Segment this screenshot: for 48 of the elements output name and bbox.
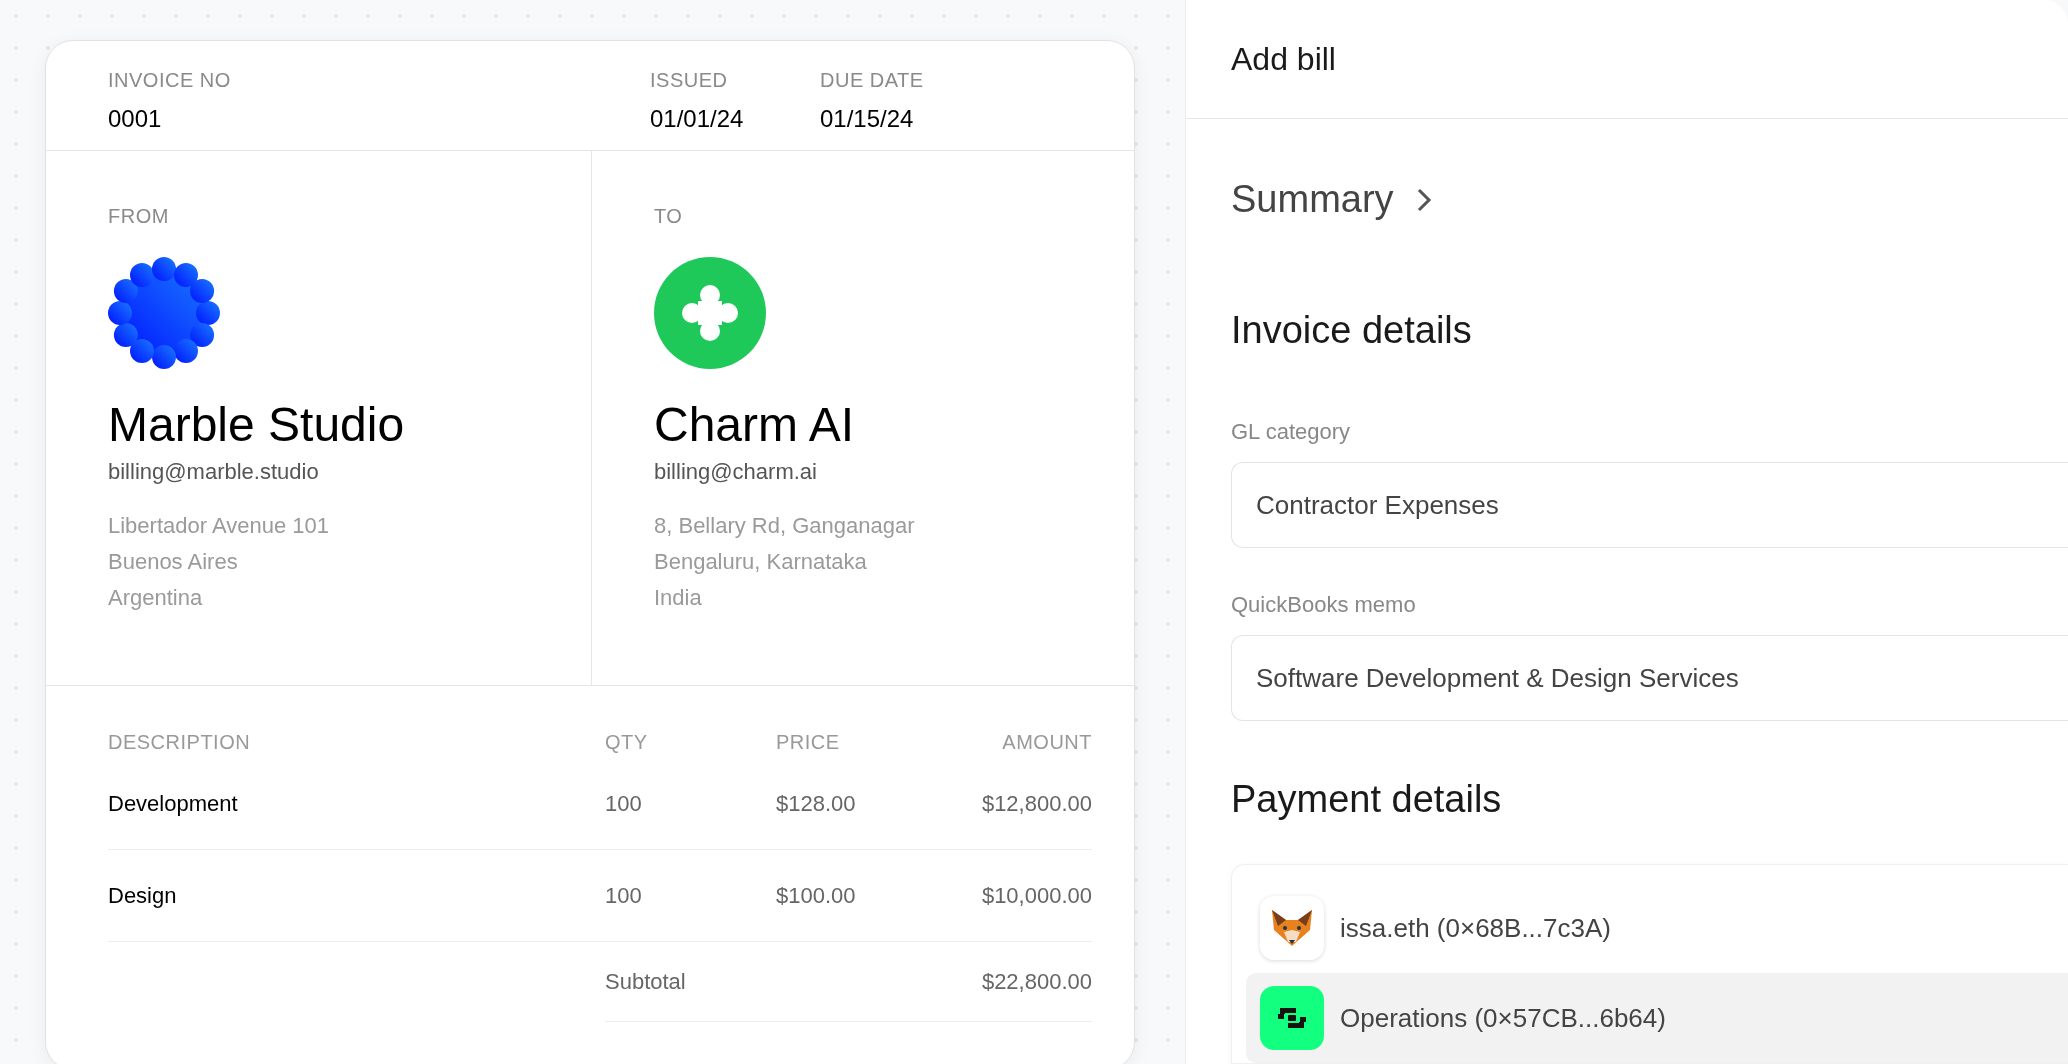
company-name: Marble Studio xyxy=(108,397,406,453)
due-date: 01/15/24 xyxy=(820,104,915,134)
address-line: Buenos Aires xyxy=(108,548,239,576)
address-line: Argentina xyxy=(108,584,204,612)
table-cell-text: Design xyxy=(108,882,178,910)
party-label: TO xyxy=(654,204,684,229)
input-field[interactable]: Contractor Expenses xyxy=(1231,462,2068,548)
company-name: Charm AI xyxy=(654,397,856,453)
summary-link[interactable]: Summary xyxy=(1231,171,1432,228)
due-date-label: DUE DATE xyxy=(820,68,924,93)
wallet-option[interactable]: Operations (0×57CB...6b64) xyxy=(1246,973,2068,1063)
subtotal-amount: $22,800.00 xyxy=(981,968,1092,996)
field-label: QuickBooks memo xyxy=(1231,591,1417,619)
section-heading: Payment details xyxy=(1231,777,1503,822)
section-heading: Invoice details xyxy=(1231,308,1473,353)
fox-icon xyxy=(1260,896,1324,960)
address-line: Bengaluru, Karnataka xyxy=(654,548,868,576)
subtotal-label: Subtotal xyxy=(605,968,686,996)
wallet-label: Operations (0×57CB...6b64) xyxy=(1340,1001,1666,1035)
column-header: AMOUNT xyxy=(1001,730,1092,755)
invoice-number-label: INVOICE NO xyxy=(108,68,232,93)
chevron-right-icon xyxy=(1415,186,1432,213)
company-email: billing@marble.studio xyxy=(108,458,320,486)
clover-logo-icon xyxy=(654,257,766,369)
party-label: FROM xyxy=(108,204,170,229)
column-header: QTY xyxy=(605,730,649,755)
column-header: DESCRIPTION xyxy=(108,730,252,755)
field-label: GL category xyxy=(1231,418,1352,446)
wallet-label: issa.eth (0×68B...7c3A) xyxy=(1340,911,1611,945)
company-email: billing@charm.ai xyxy=(654,458,818,486)
table-cell-text: $12,800.00 xyxy=(980,790,1092,818)
table-cell-text: $10,000.00 xyxy=(980,882,1092,910)
table-cell-text: $100.00 xyxy=(776,882,857,910)
badge-logo-icon xyxy=(108,257,220,369)
table-cell-text: 100 xyxy=(605,790,643,818)
table-cell-text: $128.00 xyxy=(776,790,857,818)
table-cell-text: 100 xyxy=(605,882,643,910)
safe-app-icon xyxy=(1260,986,1324,1050)
issued-date: 01/01/24 xyxy=(650,104,745,134)
invoice-number: 0001 xyxy=(108,104,163,134)
column-header: PRICE xyxy=(776,730,841,755)
address-line: Libertador Avenue 101 xyxy=(108,512,330,540)
panel-title: Add bill xyxy=(1231,40,1336,79)
input-field[interactable]: Software Development & Design Services xyxy=(1231,635,2068,721)
table-cell-text: Development xyxy=(108,790,239,818)
address-line: India xyxy=(654,584,703,612)
issued-label: ISSUED xyxy=(650,68,729,93)
address-line: 8, Bellary Rd, Ganganagar xyxy=(654,512,916,540)
